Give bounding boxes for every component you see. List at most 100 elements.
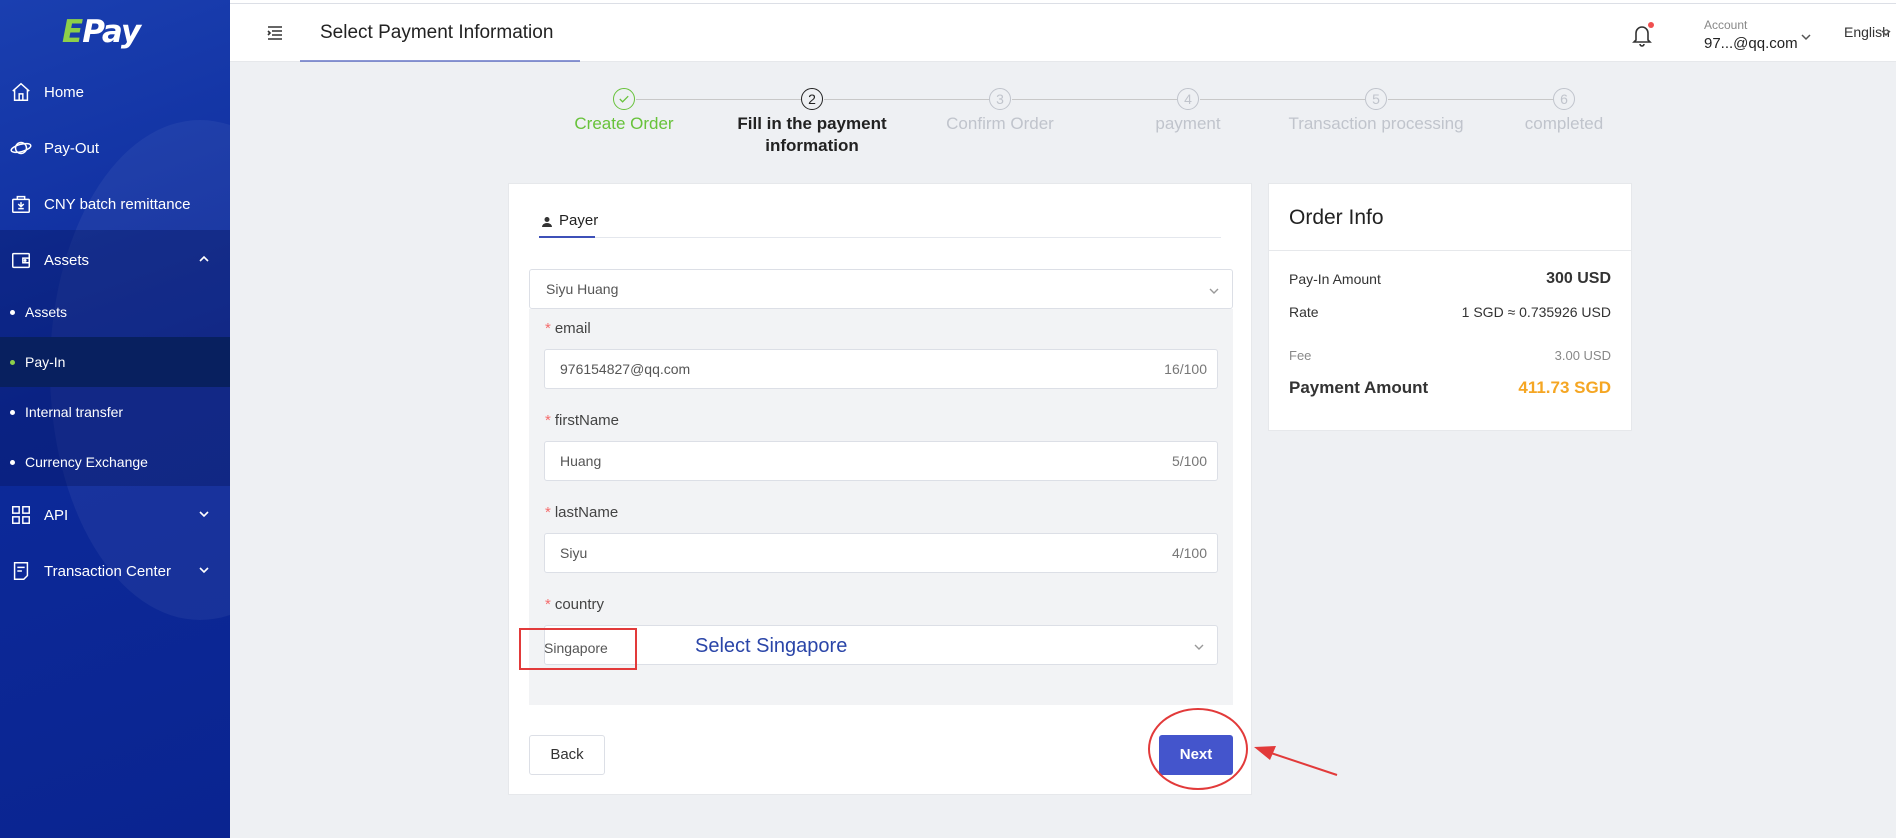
sidebar-subitem-currency-exchange[interactable]: Currency Exchange: [0, 437, 230, 487]
chevron-down-icon: [1193, 640, 1205, 652]
tab-payer[interactable]: Payer: [541, 212, 598, 229]
char-count: 5/100: [1171, 453, 1207, 469]
step-label: Confirm Order: [946, 114, 1054, 133]
sidebar-subitem-label: Pay-In: [25, 354, 66, 370]
sidebar-item-label: Home: [44, 83, 85, 101]
step-number: 4: [1177, 88, 1199, 110]
bullet-icon: [10, 459, 15, 465]
rate-row: Rate 1 SGD ≈ 0.735926 USD: [1289, 304, 1611, 320]
document-icon: [10, 560, 32, 582]
email-value: 976154827@qq.com: [560, 361, 691, 377]
lastname-field[interactable]: Siyu 4/100: [544, 533, 1218, 573]
email-label: * email: [545, 320, 591, 337]
country-label: * country: [545, 596, 605, 613]
step-payment: 4 payment: [1094, 88, 1282, 135]
payment-amount-row: Payment Amount 411.73 SGD: [1289, 378, 1611, 398]
pay-in-amount-row: Pay-In Amount 300 USD: [1289, 270, 1611, 288]
step-fill-payment-info: 2 Fill in the payment information: [718, 88, 906, 157]
sidebar-item-home[interactable]: Home: [0, 67, 230, 117]
chevron-down-icon[interactable]: [1800, 30, 1812, 42]
char-count: 4/100: [1171, 545, 1207, 561]
bullet-icon: [10, 309, 15, 315]
sidebar-subitem-assets[interactable]: Assets: [0, 287, 230, 337]
annotation-arrow-icon: [1254, 746, 1338, 776]
lastname-value: Siyu: [560, 545, 588, 561]
order-info-title: Order Info: [1289, 206, 1384, 229]
grid-icon: [10, 504, 32, 526]
bullet-icon: [10, 359, 15, 365]
sidebar-subitem-label: Assets: [25, 304, 68, 320]
progress-steps: Create Order 2 Fill in the payment infor…: [530, 88, 1603, 158]
payment-amount-value: 411.73 SGD: [1518, 378, 1611, 397]
bell-icon[interactable]: [1630, 22, 1654, 48]
notification-badge: [1648, 22, 1654, 28]
chevron-down-icon: [198, 507, 210, 519]
payment-amount-label: Payment Amount: [1289, 378, 1429, 397]
fee-value: 3.00 USD: [1554, 348, 1611, 363]
email-field[interactable]: 976154827@qq.com 16/100: [544, 349, 1218, 389]
sidebar-subitem-pay-in[interactable]: Pay-In: [0, 337, 230, 387]
chevron-up-icon: [198, 252, 210, 264]
step-transaction-processing: 5 Transaction processing: [1282, 88, 1470, 135]
sidebar-item-label: API: [44, 506, 69, 524]
country-selected-value: Singapore: [544, 640, 608, 656]
pay-in-amount-label: Pay-In Amount: [1289, 271, 1381, 287]
sidebar-subitem-internal-transfer[interactable]: Internal transfer: [0, 387, 230, 437]
menu-toggle-icon[interactable]: [266, 24, 284, 42]
step-number: 2: [801, 88, 823, 110]
planet-icon: [10, 137, 32, 159]
user-icon: [541, 215, 553, 227]
lastname-label: * lastName: [545, 504, 619, 521]
pay-in-amount-value: 300 USD: [1546, 270, 1611, 287]
rate-label: Rate: [1289, 304, 1319, 320]
step-label: Transaction processing: [1288, 114, 1464, 133]
account-label: Account: [1704, 18, 1748, 32]
payer-selected-value: Siyu Huang: [546, 281, 619, 297]
sidebar-subitem-label: Internal transfer: [25, 404, 124, 420]
step-label: Fill in the payment information: [737, 114, 887, 155]
select-singapore-annotation: Select Singapore: [695, 635, 848, 657]
chevron-down-icon: [198, 563, 210, 575]
account-value[interactable]: 97...@qq.com: [1704, 35, 1798, 52]
sidebar-item-label: Pay-Out: [44, 139, 100, 157]
sidebar-item-cny-batch-remittance[interactable]: CNY batch remittance: [0, 179, 230, 229]
fee-row: Fee 3.00 USD: [1289, 348, 1611, 363]
sidebar-item-assets[interactable]: Assets: [0, 235, 230, 285]
step-confirm-order: 3 Confirm Order: [906, 88, 1094, 135]
fee-label: Fee: [1289, 348, 1312, 363]
tab-label: Payer: [559, 212, 599, 229]
payer-select[interactable]: Siyu Huang: [529, 269, 1233, 309]
step-number: 3: [989, 88, 1011, 110]
epay-logo[interactable]: EPay: [62, 14, 141, 50]
sidebar-item-label: CNY batch remittance: [44, 195, 191, 213]
chevron-down-icon: [1208, 284, 1220, 296]
order-info-card: Order Info Pay-In Amount 300 USD Rate 1 …: [1268, 183, 1632, 431]
char-count: 16/100: [1164, 361, 1207, 377]
chevron-down-icon[interactable]: [1880, 26, 1892, 38]
step-number: 5: [1365, 88, 1387, 110]
sidebar-item-pay-out[interactable]: Pay-Out: [0, 123, 230, 173]
sidebar-item-api[interactable]: API: [0, 490, 230, 540]
sidebar-item-transaction-center[interactable]: Transaction Center: [0, 546, 230, 596]
bullet-icon: [10, 409, 15, 415]
step-number: 6: [1553, 88, 1575, 110]
divider: [1269, 250, 1631, 251]
tab-active-indicator: [539, 236, 595, 238]
page-title: Select Payment Information: [320, 22, 554, 43]
sidebar-subitem-label: Currency Exchange: [25, 454, 148, 470]
step-label: completed: [1524, 114, 1604, 133]
firstname-value: Huang: [560, 453, 602, 469]
wallet-icon: [10, 249, 32, 271]
sidebar-item-label: Transaction Center: [44, 562, 172, 580]
step-label: payment: [1155, 114, 1221, 133]
sidebar-item-label: Assets: [44, 251, 90, 269]
tab-bar: [539, 237, 1221, 238]
batch-remittance-icon: [10, 193, 32, 215]
next-annotation-circle: [1148, 708, 1248, 790]
firstname-field[interactable]: Huang 5/100: [544, 441, 1218, 481]
step-label: Create Order: [574, 114, 674, 133]
step-create-order: Create Order: [530, 88, 718, 135]
back-button[interactable]: Back: [529, 735, 605, 775]
step-completed: 6 completed: [1470, 88, 1658, 135]
country-select[interactable]: [544, 625, 1218, 665]
